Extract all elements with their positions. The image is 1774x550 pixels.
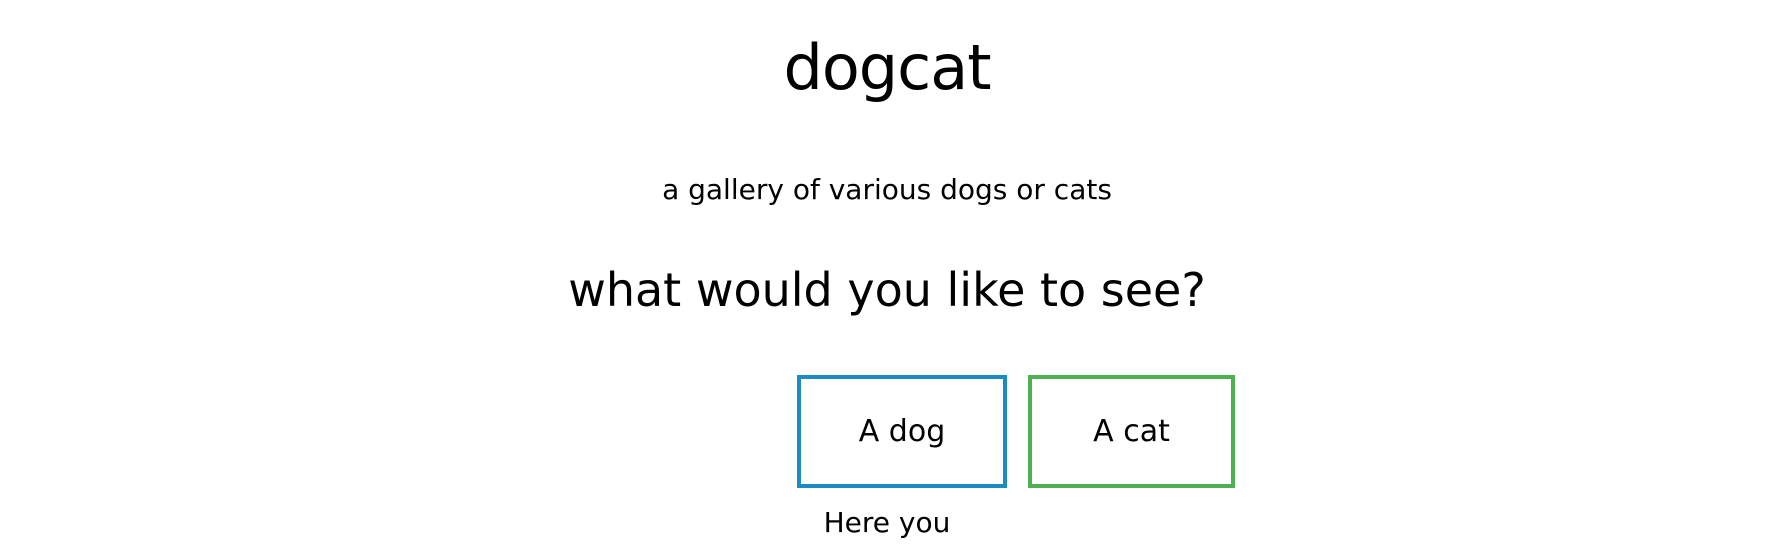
- site-title: dogcat: [783, 31, 991, 104]
- dog-button-label: A dog: [858, 414, 946, 449]
- cat-button[interactable]: A cat: [1028, 375, 1235, 488]
- question-heading: what would you like to see?: [568, 263, 1206, 317]
- site-subtitle: a gallery of various dogs or cats: [662, 173, 1112, 206]
- dog-button[interactable]: A dog: [797, 375, 1007, 488]
- cat-button-label: A cat: [1093, 414, 1170, 449]
- page: dogcat a gallery of various dogs or cats…: [0, 0, 1774, 550]
- result-text: Here you: [823, 506, 951, 539]
